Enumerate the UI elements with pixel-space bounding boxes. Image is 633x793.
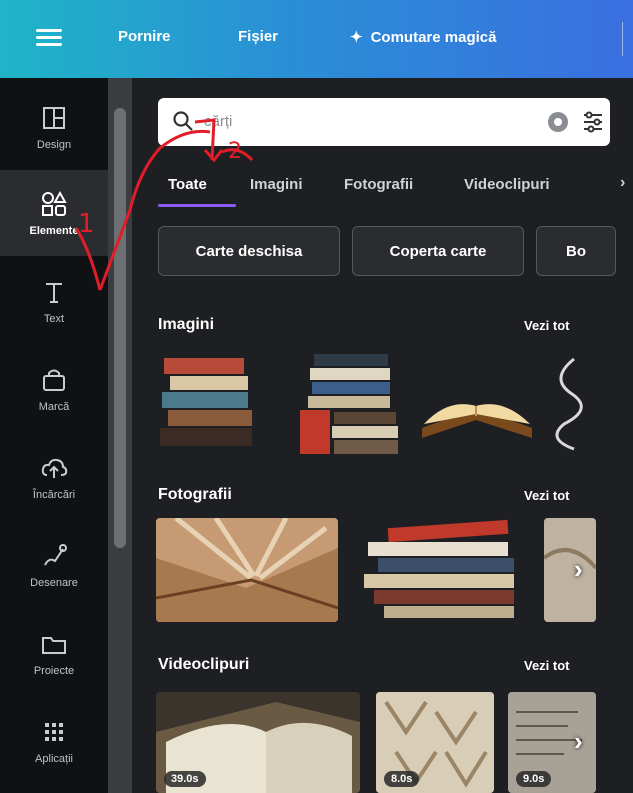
- apps-grid-icon: [39, 717, 69, 747]
- sidebar-item-apps[interactable]: Aplicații: [0, 698, 108, 784]
- chevron-right-icon[interactable]: ›: [620, 174, 625, 192]
- sidebar-item-elements[interactable]: Elemente: [0, 170, 108, 256]
- suggestion-chips: Carte deschisa Coperta carte Bo: [158, 226, 633, 278]
- photo-result[interactable]: [156, 518, 338, 622]
- folder-icon: [39, 629, 69, 659]
- sidebar-item-brand[interactable]: Marcă: [0, 346, 108, 432]
- video-result[interactable]: 8.0s: [376, 692, 494, 793]
- sidebar-scrollbar[interactable]: [108, 78, 132, 793]
- shapes-icon: [39, 189, 69, 219]
- app-window: Pornire Fișier ✦ Comutare magică Design E…: [0, 0, 633, 793]
- section-title-images: Imagini: [158, 316, 215, 333]
- sparkle-icon: ✦: [350, 29, 363, 46]
- text-icon: [39, 277, 69, 307]
- tab-images[interactable]: Imagini: [250, 176, 303, 193]
- tab-photos[interactable]: Fotografii: [344, 176, 413, 193]
- sidebar-item-label: Încărcări: [32, 489, 76, 501]
- search-icon: [173, 111, 193, 131]
- result-tabs: Toate Imagini Fotografii Videoclipuri ›: [158, 170, 628, 210]
- brand-icon: [39, 365, 69, 395]
- image-search-icon[interactable]: [548, 112, 568, 132]
- filter-icon[interactable]: [582, 110, 604, 134]
- file-menu[interactable]: Fișier: [238, 28, 278, 45]
- sidebar-item-text[interactable]: Text: [0, 258, 108, 344]
- top-bar: Pornire Fișier ✦ Comutare magică: [0, 0, 633, 78]
- sidebar-item-label: Marcă: [38, 401, 70, 413]
- scrollbar-thumb[interactable]: [114, 108, 126, 548]
- sidebar-item-label: Design: [36, 139, 72, 151]
- sidebar: Design Elemente Text Marcă Încărcări Des…: [0, 78, 108, 793]
- photo-result[interactable]: [544, 518, 596, 622]
- section-title-videos: Videoclipuri: [158, 656, 250, 673]
- sidebar-item-label: Desenare: [30, 577, 78, 589]
- magic-switch-menu[interactable]: ✦ Comutare magică: [350, 28, 496, 46]
- image-result[interactable]: [294, 346, 404, 458]
- search-field[interactable]: cărți: [158, 98, 610, 146]
- sidebar-item-label: Aplicații: [35, 753, 73, 765]
- sidebar-item-label: Proiecte: [33, 665, 75, 677]
- image-result[interactable]: [156, 348, 266, 458]
- sidebar-item-label: Elemente: [29, 225, 79, 237]
- chevron-right-icon[interactable]: ›: [574, 554, 583, 585]
- tab-all[interactable]: Toate: [168, 176, 207, 193]
- layout-icon: [39, 103, 69, 133]
- magic-switch-label: Comutare magică: [370, 29, 497, 46]
- sidebar-item-draw[interactable]: Desenare: [0, 522, 108, 608]
- image-result[interactable]: [418, 368, 536, 448]
- sidebar-item-projects[interactable]: Proiecte: [0, 610, 108, 696]
- home-menu[interactable]: Pornire: [118, 28, 171, 45]
- sidebar-item-uploads[interactable]: Încărcări: [0, 434, 108, 520]
- photo-result[interactable]: [348, 518, 528, 622]
- tab-videos[interactable]: Videoclipuri: [464, 176, 610, 193]
- hamburger-icon[interactable]: [36, 26, 62, 48]
- elements-panel: cărți Toate Imagini Fotografii Videoclip…: [132, 78, 633, 793]
- active-tab-indicator: [158, 204, 236, 207]
- see-all-videos[interactable]: Vezi tot: [524, 658, 570, 673]
- video-duration: 9.0s: [516, 771, 552, 787]
- chevron-right-icon[interactable]: ›: [574, 726, 583, 757]
- chip-book-cover[interactable]: Coperta carte: [352, 226, 524, 276]
- topbar-divider: [622, 22, 623, 56]
- image-result[interactable]: [544, 354, 596, 454]
- see-all-photos[interactable]: Vezi tot: [524, 488, 570, 503]
- see-all-images[interactable]: Vezi tot: [524, 318, 570, 333]
- draw-icon: [39, 541, 69, 571]
- sidebar-item-design[interactable]: Design: [0, 84, 108, 170]
- sidebar-item-label: Text: [43, 313, 65, 325]
- search-input[interactable]: cărți: [204, 113, 232, 130]
- chip-more[interactable]: Bo: [536, 226, 616, 276]
- video-result[interactable]: 39.0s: [156, 692, 360, 793]
- section-title-photos: Fotografii: [158, 486, 232, 503]
- chip-open-book[interactable]: Carte deschisa: [158, 226, 340, 276]
- video-duration: 39.0s: [164, 771, 206, 787]
- video-duration: 8.0s: [384, 771, 420, 787]
- upload-cloud-icon: [39, 453, 69, 483]
